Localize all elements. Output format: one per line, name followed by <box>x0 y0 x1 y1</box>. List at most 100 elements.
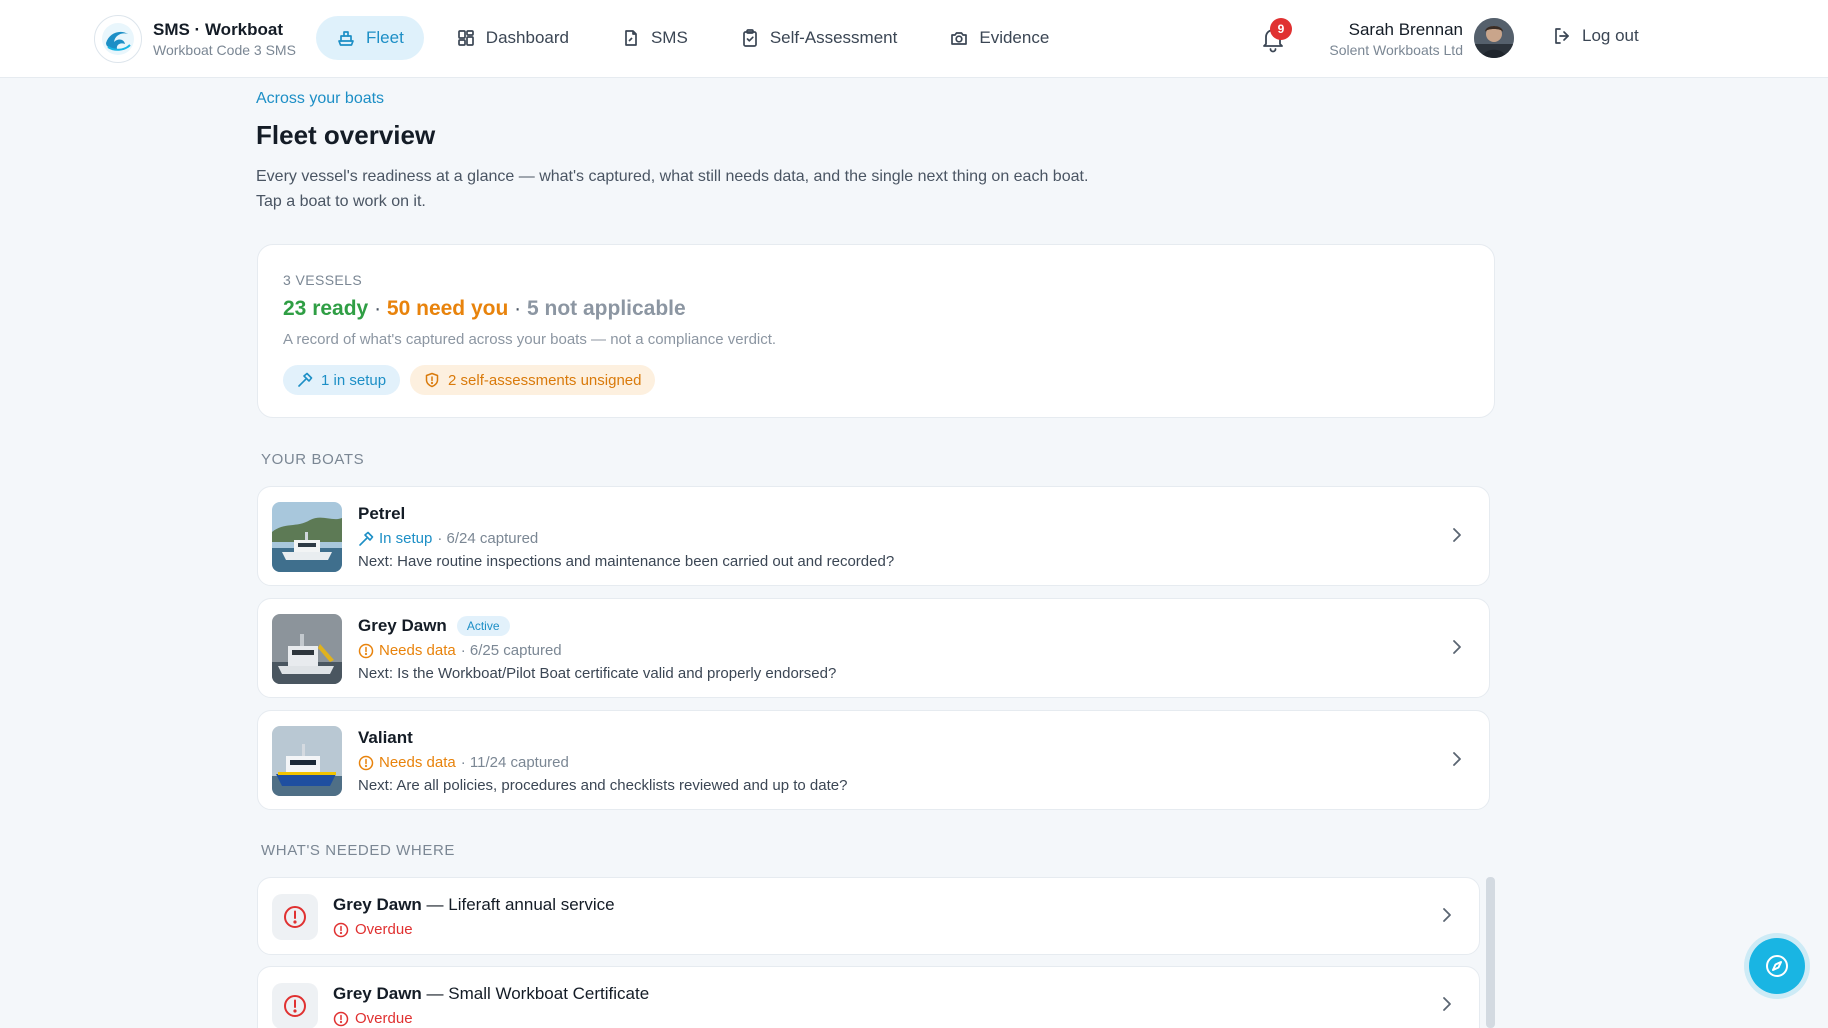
need-vessel: Grey Dawn <box>333 984 422 1003</box>
nav-sms[interactable]: SMS <box>601 16 708 60</box>
need-icon-box <box>272 894 318 940</box>
nav-dashboard-label: Dashboard <box>485 28 569 47</box>
user-org: Solent Workboats Ltd <box>1329 42 1463 58</box>
boat-card-grey-dawn[interactable]: Grey Dawn Active Needs data · 6/25 captu… <box>257 598 1490 698</box>
notification-count-badge: 9 <box>1270 18 1292 40</box>
boat-status: Needs data · 6/25 captured <box>358 642 562 659</box>
logout-icon <box>1555 28 1569 44</box>
alert-circle-icon <box>333 1011 349 1026</box>
alert-circle-icon <box>358 643 374 658</box>
boat-next-action: Next: Have routine inspections and maint… <box>358 553 895 570</box>
boat-captured: · 6/24 captured <box>437 530 539 547</box>
summary-stats: 23 ready · 50 need you · 5 not applicabl… <box>283 297 686 321</box>
needed-item[interactable]: Grey Dawn — Small Workboat Certificate O… <box>257 966 1480 1028</box>
chevron-right-icon <box>1453 752 1461 766</box>
in-setup-chip-label: 1 in setup <box>321 371 387 389</box>
vessel-count: 3 VESSELS <box>283 272 363 288</box>
section-whats-needed: WHAT'S NEEDED WHERE <box>261 842 455 859</box>
hammer-icon <box>359 531 374 546</box>
nav-fleet[interactable]: Fleet <box>316 16 424 60</box>
need-status-label: Overdue <box>355 921 413 938</box>
camera-icon <box>951 32 968 45</box>
user-photo-icon <box>1474 18 1514 58</box>
nav-evidence[interactable]: Evidence <box>929 16 1069 60</box>
boat-captured: · 6/25 captured <box>460 642 562 659</box>
boat-next-action: Next: Are all policies, procedures and c… <box>358 777 848 794</box>
chevron-right-icon <box>1443 908 1451 922</box>
nav-self-assessment-label: Self-Assessment <box>769 28 898 47</box>
alert-circle-icon <box>284 906 306 928</box>
boat-captured: · 11/24 captured <box>460 754 569 771</box>
need-status-label: Overdue <box>355 1010 413 1027</box>
top-bar: SMS · Workboat Workboat Code 3 SMS Fleet… <box>0 0 1828 78</box>
hammer-icon <box>298 372 313 387</box>
boat-photo <box>272 614 342 684</box>
need-count: 50 need you <box>386 297 509 320</box>
need-title: Grey Dawn — Small Workboat Certificate <box>333 984 649 1004</box>
ship-icon <box>338 31 354 46</box>
app-subtitle: Workboat Code 3 SMS <box>153 42 296 58</box>
avatar[interactable] <box>1474 18 1514 58</box>
nav-self-assessment[interactable]: Self-Assessment <box>720 16 918 60</box>
need-status: Overdue <box>333 1010 413 1027</box>
compass-icon <box>1766 955 1788 977</box>
shield-alert-icon <box>425 372 439 388</box>
separator: · <box>374 297 382 320</box>
section-your-boats: YOUR BOATS <box>261 451 365 468</box>
boat-photo-icon <box>272 614 342 684</box>
boat-photo <box>272 502 342 572</box>
boat-photo-icon <box>272 502 342 572</box>
user-info[interactable]: Sarah Brennan Solent Workboats Ltd <box>1329 19 1463 59</box>
unsigned-chip-label: 2 self-assessments unsigned <box>448 371 642 389</box>
page-title: Fleet overview <box>256 120 436 150</box>
ready-count: 23 ready <box>283 297 369 320</box>
boat-status-label: Needs data <box>379 642 456 659</box>
need-icon-box <box>272 983 318 1028</box>
main-nav: Fleet Dashboard SMS Self-Assessment Evid… <box>316 16 1081 60</box>
boat-status-label: Needs data <box>379 754 456 771</box>
boat-name-text: Petrel <box>358 504 406 523</box>
clipboard-check-icon <box>742 29 757 47</box>
page-description: Every vessel's readiness at a glance — w… <box>256 168 1089 210</box>
dashboard-grid-icon <box>457 30 474 46</box>
in-setup-chip[interactable]: 1 in setup <box>283 365 401 395</box>
need-title: Grey Dawn — Liferaft annual service <box>333 895 615 915</box>
summary-chips: 1 in setup 2 self-assessments unsigned <box>283 365 665 395</box>
need-vessel: Grey Dawn <box>333 895 422 914</box>
alert-circle-icon <box>358 755 374 770</box>
compass-fab-button[interactable] <box>1749 938 1805 994</box>
alert-circle-icon <box>284 995 306 1017</box>
boat-name: Valiant <box>358 728 413 748</box>
boat-name-text: Grey Dawn <box>358 616 447 635</box>
boat-status: Needs data · 11/24 captured <box>358 754 569 771</box>
boat-status-label: In setup <box>379 530 433 547</box>
nav-evidence-label: Evidence <box>979 28 1050 47</box>
active-badge: Active <box>456 616 510 636</box>
boat-photo-icon <box>272 726 342 796</box>
app-title: SMS · Workboat <box>153 20 284 39</box>
chevron-right-icon <box>1453 528 1461 542</box>
user-name: Sarah Brennan <box>1348 20 1463 39</box>
boat-card-petrel[interactable]: Petrel In setup · 6/24 captured Next: Ha… <box>257 486 1490 586</box>
nav-dashboard[interactable]: Dashboard <box>436 16 589 60</box>
boat-card-valiant[interactable]: Valiant Needs data · 11/24 captured Next… <box>257 710 1490 810</box>
nav-fleet-label: Fleet <box>366 28 404 47</box>
chevron-right-icon <box>1453 640 1461 654</box>
fleet-summary-card: 3 VESSELS 23 ready · 50 need you · 5 not… <box>257 244 1495 418</box>
need-item-name: — Liferaft annual service <box>421 895 615 914</box>
logout-button[interactable]: Log out <box>1552 26 1639 46</box>
need-status: Overdue <box>333 921 413 938</box>
alert-circle-icon <box>333 922 349 937</box>
separator: · <box>514 297 522 320</box>
wave-logo-icon <box>94 15 142 63</box>
boat-name-text: Valiant <box>358 728 413 747</box>
boat-next-action: Next: Is the Workboat/Pilot Boat certifi… <box>358 665 837 682</box>
unsigned-chip[interactable]: 2 self-assessments unsigned <box>410 365 656 395</box>
boat-name: Grey Dawn Active <box>358 616 510 636</box>
boat-status: In setup · 6/24 captured <box>358 530 538 547</box>
list-scrollbar[interactable] <box>1486 877 1495 1028</box>
nav-sms-label: SMS <box>650 28 688 47</box>
brand[interactable]: SMS · Workboat Workboat Code 3 SMS <box>94 15 296 63</box>
needed-item[interactable]: Grey Dawn — Liferaft annual service Over… <box>257 877 1480 955</box>
logout-label: Log out <box>1582 26 1639 45</box>
